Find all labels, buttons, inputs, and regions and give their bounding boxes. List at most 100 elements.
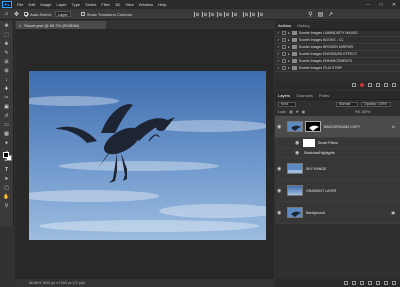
expand-icon[interactable]: ▸ [288,66,290,70]
stop-icon[interactable] [352,83,356,87]
layer-row[interactable]: ◉ Background ▣ [275,202,400,224]
minimize-icon[interactable]: – [362,0,374,9]
auto-select-checkbox[interactable] [24,12,28,16]
type-tool-icon[interactable]: T [1,166,13,174]
check-icon[interactable]: ✓ [277,45,280,49]
dialog-toggle-icon[interactable] [282,66,286,70]
opacity-field[interactable]: Opacity: 100% [361,101,391,107]
dialog-toggle-icon[interactable] [282,59,286,63]
expand-icon[interactable]: ▸ [288,52,290,56]
menu-help[interactable]: Help [158,2,166,7]
check-icon[interactable]: ✓ [277,52,280,56]
layer-row[interactable]: ◉ SKY RANGE [275,158,400,180]
menu-type[interactable]: Type [72,2,81,7]
align-right-icon[interactable] [209,11,215,17]
workspace-icon[interactable]: ▤ [317,11,324,18]
eye-icon[interactable]: ◉ [277,188,283,194]
distribute-icon[interactable] [242,11,248,17]
add-mask-icon[interactable] [360,281,364,285]
dialog-toggle-icon[interactable] [282,38,286,42]
canvas[interactable] [29,71,266,240]
add-style-icon[interactable] [352,281,356,285]
gradient-icon[interactable]: ▩ [1,130,13,138]
search-icon[interactable]: ⚲ [307,11,314,18]
maximize-icon[interactable]: □ [375,0,387,9]
action-set[interactable]: ✓ ▸ Scarlet Images BROKEN MIRROR [275,44,400,51]
menu-select[interactable]: Select [85,2,96,7]
align-top-icon[interactable] [216,11,222,17]
layer-filter-dropdown[interactable]: Kind [278,101,296,107]
lock-all-icon[interactable]: ▩ [302,110,305,114]
share-icon[interactable]: ↗ [327,11,334,18]
eye-icon[interactable]: ◉ [277,210,283,216]
foreground-color-swatch[interactable] [3,152,9,158]
clone-stamp-icon[interactable]: ▣ [1,103,13,111]
lasso-icon[interactable]: ❀ [1,40,13,48]
tab-actions[interactable]: Actions [275,23,294,28]
move-icon[interactable]: ✥ [1,22,13,30]
expand-icon[interactable]: ▸ [288,45,290,49]
document-tab[interactable]: × Raven.psd @ 66.7% (RGB/8#) [16,21,106,29]
menu-layer[interactable]: Layer [56,2,66,7]
brush-icon[interactable]: ✑ [1,94,13,102]
menu-filter[interactable]: Filter [101,2,110,7]
expand-icon[interactable]: ▸ [288,31,290,35]
auto-select-dropdown[interactable]: Layer [54,11,71,17]
link-layers-icon[interactable] [344,281,348,285]
align-bottom-icon[interactable] [231,11,237,17]
action-set[interactable]: ✓ ▸ Scarlet Images ENHANCEMENTS [275,58,400,65]
tab-channels[interactable]: Channels [293,93,316,98]
tab-paths[interactable]: Paths [316,93,332,98]
play-icon[interactable] [368,83,372,87]
show-transform-checkbox[interactable] [80,12,85,16]
action-set[interactable]: ✓ ▸ Scarlet Images LUMINOSITY MASKS [275,30,400,37]
menu-window[interactable]: Window [139,2,153,7]
healing-brush-icon[interactable]: ✚ [1,85,13,93]
blur-icon[interactable]: ● [1,139,13,147]
photoshop-logo[interactable]: Ps [2,1,12,8]
action-set[interactable]: ✓ ▸ Scarlet Images ENGRAVED EFFECT [275,51,400,58]
eye-icon[interactable]: ◉ [277,166,283,172]
quick-select-icon[interactable]: ✎ [1,49,13,57]
dialog-toggle-icon[interactable] [282,45,286,49]
align-middle-icon[interactable] [224,11,230,17]
action-set[interactable]: ✓ ▸ Scarlet Images BOOKS - CC [275,37,400,44]
eye-icon[interactable]: ◉ [277,124,283,130]
fill-field[interactable]: Fill: 100% [355,110,370,114]
eyedropper-icon[interactable]: ↕ [1,76,13,84]
layer-row[interactable]: ◉ Smart Filters [275,138,400,149]
hand-icon[interactable]: ✋ [1,193,13,201]
menu-3d[interactable]: 3D [115,2,120,7]
menu-file[interactable]: File [17,2,23,7]
marquee-icon[interactable]: ⬚ [1,31,13,39]
new-action-icon[interactable] [384,83,388,87]
move-tool-icon[interactable]: ✥ [13,11,20,18]
lock-position-icon[interactable]: ✥ [296,110,299,114]
home-icon[interactable]: ⌂ [3,11,10,18]
blend-mode-dropdown[interactable]: Normal [336,101,358,107]
crop-icon[interactable]: ⊞ [1,58,13,66]
eye-icon[interactable]: ◉ [295,150,301,156]
lock-pixels-icon[interactable]: ▦ [289,110,292,114]
check-icon[interactable]: ✓ [277,59,280,63]
menu-edit[interactable]: Edit [28,2,35,7]
close-tab-icon[interactable]: × [19,23,21,28]
expand-icon[interactable]: ▸ [288,59,290,63]
check-icon[interactable]: ✓ [277,66,280,70]
record-icon[interactable] [360,83,364,87]
dialog-toggle-icon[interactable] [282,31,286,35]
align-left-icon[interactable] [194,11,200,17]
new-set-icon[interactable] [376,83,380,87]
distribute-middle-icon[interactable] [250,11,256,17]
check-icon[interactable]: ✓ [277,31,280,35]
close-icon[interactable]: ✕ [388,0,400,9]
rectangle-icon[interactable]: ▢ [1,184,13,192]
align-center-icon[interactable] [201,11,207,17]
tab-history[interactable]: History [294,23,312,28]
delete-layer-icon[interactable] [392,281,396,285]
delete-icon[interactable] [392,83,396,87]
menu-view[interactable]: View [125,2,134,7]
new-group-icon[interactable] [376,281,380,285]
adjustment-layer-icon[interactable] [368,281,372,285]
layer-row[interactable]: ◉ BACKGROUND COPY fx [275,116,400,138]
